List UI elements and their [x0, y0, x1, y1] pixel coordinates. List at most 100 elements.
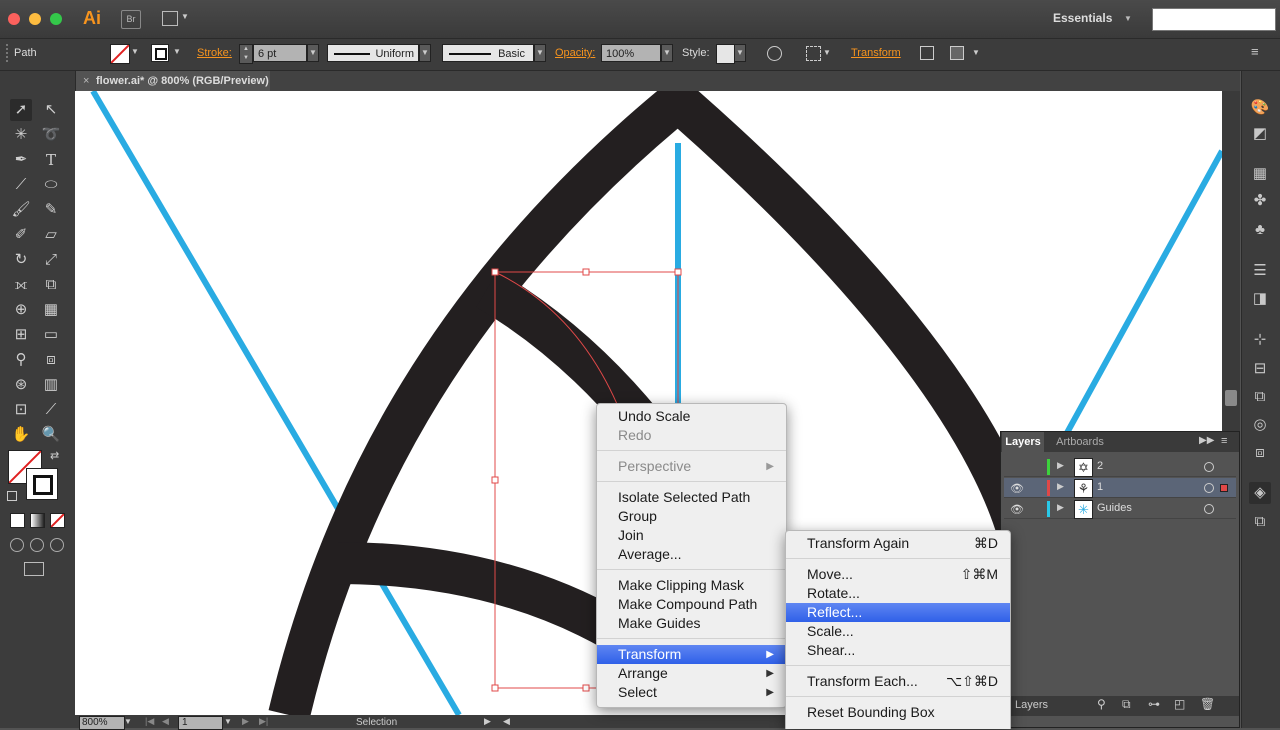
swatches-panel-icon[interactable]: ▦ [1249, 163, 1271, 185]
color-panel-icon[interactable]: 🎨 [1249, 97, 1271, 119]
visibility-eye-icon[interactable]: 👁 [1010, 503, 1024, 516]
default-colors-icon[interactable] [7, 491, 17, 501]
fill-swatch[interactable] [110, 44, 130, 64]
stroke-weight-input[interactable]: 6 pt [253, 44, 307, 62]
menu-item-undo-scale[interactable]: Undo Scale [597, 407, 786, 426]
variable-width-profile[interactable]: Uniform [327, 44, 419, 62]
scrollbar-thumb[interactable] [1225, 390, 1237, 406]
recolor-artwork-icon[interactable] [767, 46, 782, 61]
target-icon[interactable] [1204, 504, 1214, 514]
direct-selection-tool-icon[interactable]: ↖ [40, 99, 62, 121]
close-window-button[interactable] [8, 13, 20, 25]
menu-item-arrange[interactable]: Arrange ▶ [597, 664, 786, 683]
menu-item-transform[interactable]: Transform ▶ [597, 645, 786, 664]
layer-row[interactable]: 👁 ▶ ⚘ 1 [1004, 478, 1236, 498]
panel-menu-icon[interactable]: ≡ [1221, 435, 1227, 447]
stroke-label[interactable]: Stroke: [197, 47, 232, 59]
make-envelope-icon[interactable] [950, 46, 964, 60]
draw-behind-icon[interactable] [30, 538, 44, 552]
lasso-tool-icon[interactable]: ➰ [40, 124, 62, 146]
transform-panel-icon[interactable]: ⊹ [1249, 329, 1271, 351]
gradient-mode-icon[interactable] [30, 513, 45, 528]
expand-triangle-icon[interactable]: ▶ [1057, 481, 1064, 492]
panel-menu-icon[interactable]: ≡ [1251, 44, 1259, 59]
graphic-style-swatch[interactable] [716, 44, 735, 64]
stroke-stepper[interactable]: ▲ ▼ [239, 44, 253, 64]
search-input[interactable] [1152, 8, 1276, 31]
menu-item-join[interactable]: Join [597, 526, 786, 545]
menu-item-select[interactable]: Select ▶ [597, 683, 786, 702]
line-tool-icon[interactable]: ⟋ [10, 174, 32, 196]
menu-item-scale[interactable]: Scale... [786, 622, 1010, 641]
free-transform-tool-icon[interactable]: ⧉ [40, 274, 62, 296]
ellipse-tool-icon[interactable]: ⬭ [40, 174, 62, 196]
layer-row[interactable]: 👁 ▶ ✳ Guides [1004, 499, 1236, 519]
menu-item-move[interactable]: Move... ⇧⌘M [786, 565, 1010, 584]
locate-object-icon[interactable]: ⚲ [1097, 697, 1106, 711]
pen-tool-icon[interactable]: ✒ [10, 149, 32, 171]
none-mode-icon[interactable] [50, 513, 65, 528]
symbols-panel-icon[interactable]: ♣ [1249, 219, 1271, 241]
next-artboard-icon[interactable]: ▶ [242, 716, 249, 727]
menu-item-reset-bounding-box[interactable]: Reset Bounding Box [786, 703, 1010, 722]
artboards-panel-icon[interactable]: ⧉ [1249, 511, 1271, 533]
menu-item-transform-each[interactable]: Transform Each... ⌥⇧⌘D [786, 672, 1010, 691]
color-mode-icon[interactable] [10, 513, 25, 528]
trash-icon[interactable]: 🗑 [1200, 697, 1215, 711]
blend-tool-icon[interactable]: ⧈ [40, 349, 62, 371]
target-icon[interactable] [1204, 462, 1214, 472]
bridge-button[interactable]: Br [121, 10, 141, 29]
magic-wand-tool-icon[interactable]: ✳ [10, 124, 32, 146]
color-guide-panel-icon[interactable]: ◩ [1249, 123, 1271, 145]
first-artboard-icon[interactable]: |◀ [145, 716, 154, 727]
last-artboard-icon[interactable]: ▶| [259, 716, 268, 727]
menu-item-transform-again[interactable]: Transform Again ⌘D [786, 534, 1010, 553]
pathfinder-panel-icon[interactable]: ⧉ [1249, 386, 1271, 408]
gradient-panel-icon[interactable]: ◨ [1249, 288, 1271, 310]
menu-item-rotate[interactable]: Rotate... [786, 584, 1010, 603]
stroke-color-box[interactable] [26, 468, 58, 500]
menu-item-average[interactable]: Average... [597, 545, 786, 564]
profile-dropdown[interactable]: ▼ [419, 44, 431, 62]
hand-tool-icon[interactable]: ✋ [10, 424, 32, 446]
arrange-documents-icon[interactable] [162, 11, 178, 26]
new-layer-icon[interactable]: ◰ [1174, 697, 1185, 711]
scale-tool-icon[interactable]: ⤢ [40, 249, 62, 271]
status-menu-icon[interactable]: ▶ [484, 716, 491, 727]
swap-colors-icon[interactable]: ⇄ [50, 449, 59, 462]
slice-tool-icon[interactable]: ⟋ [40, 399, 62, 421]
document-tab[interactable]: × flower.ai* @ 800% (RGB/Preview) [75, 71, 270, 91]
selection-tool-icon[interactable]: ➚ [10, 99, 32, 121]
menu-item-make-guides[interactable]: Make Guides [597, 614, 786, 633]
stroke-swatch[interactable] [151, 44, 169, 62]
screen-mode-icon[interactable] [24, 562, 44, 576]
gradient-tool-icon[interactable]: ▭ [40, 324, 62, 346]
expand-triangle-icon[interactable]: ▶ [1057, 502, 1064, 513]
align-to-icon[interactable] [806, 46, 821, 61]
selection-indicator[interactable] [1220, 484, 1228, 492]
visibility-eye-icon[interactable]: 👁 [1010, 482, 1024, 495]
symbol-sprayer-tool-icon[interactable]: ⊛ [10, 374, 32, 396]
pencil-tool-icon[interactable]: ✎ [40, 199, 62, 221]
stroke-weight-dropdown[interactable]: ▼ [307, 44, 319, 62]
brush-definition[interactable]: Basic [442, 44, 534, 62]
tab-layers[interactable]: Layers [1002, 432, 1044, 452]
blob-brush-tool-icon[interactable]: ✐ [10, 224, 32, 246]
expand-triangle-icon[interactable]: ▶ [1057, 460, 1064, 471]
isolate-group-icon[interactable] [920, 46, 934, 60]
appearance-panel-icon[interactable]: ◎ [1249, 414, 1271, 436]
close-icon[interactable]: × [83, 71, 89, 91]
opacity-label[interactable]: Opacity: [555, 47, 595, 59]
scroll-left-icon[interactable]: ◀ [503, 716, 510, 727]
layer-row[interactable]: ▶ ✡ 2 [1004, 457, 1236, 477]
target-icon[interactable] [1204, 483, 1214, 493]
menu-item-isolate-selected-path[interactable]: Isolate Selected Path [597, 488, 786, 507]
previous-artboard-icon[interactable]: ◀ [162, 716, 169, 727]
transform-link[interactable]: Transform [851, 47, 901, 59]
rotate-tool-icon[interactable]: ↻ [10, 249, 32, 271]
workspace-switcher[interactable]: Essentials [1053, 11, 1112, 25]
draw-normal-icon[interactable] [10, 538, 24, 552]
paintbrush-tool-icon[interactable]: 🖌 [10, 199, 32, 221]
menu-item-reflect[interactable]: Reflect... [786, 603, 1010, 622]
opacity-input[interactable]: 100% [601, 44, 661, 62]
